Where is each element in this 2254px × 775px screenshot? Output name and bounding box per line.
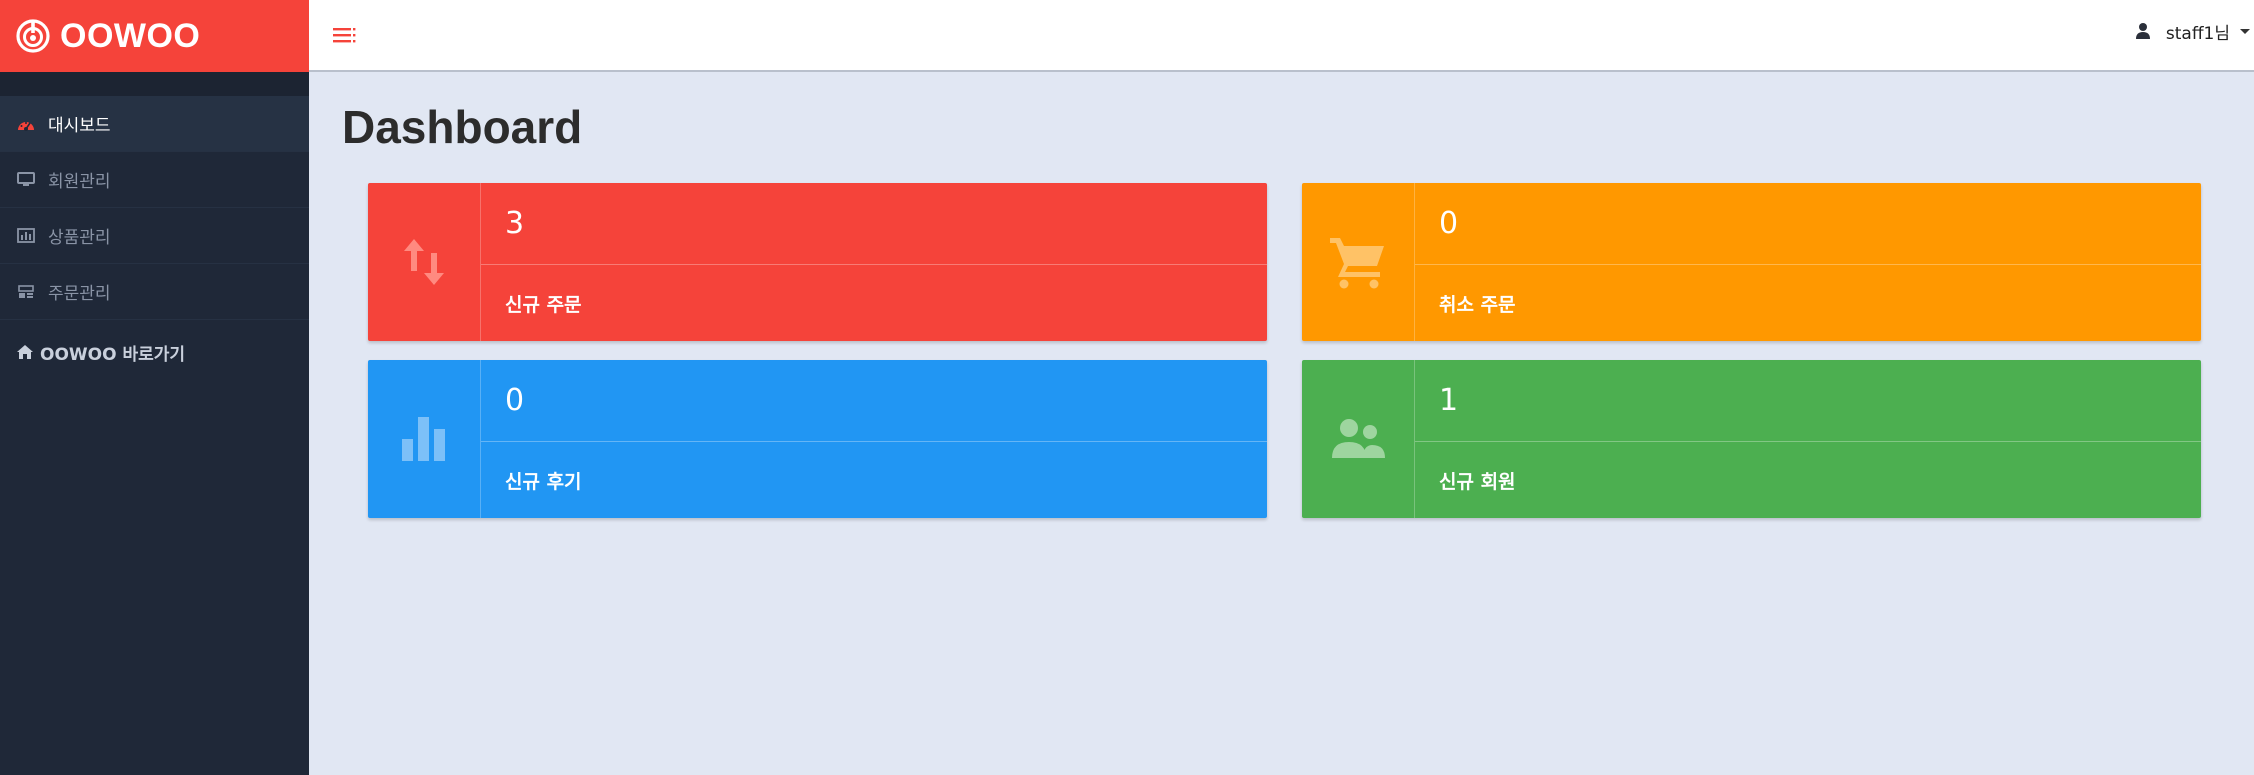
users-icon: [1302, 360, 1415, 518]
sidebar-item-orders[interactable]: 주문관리: [0, 264, 309, 320]
sidebar-item-products[interactable]: 상품관리: [0, 208, 309, 264]
stat-label: 신규 회원: [1439, 470, 1516, 493]
page-title: Dashboard: [342, 101, 583, 153]
stat-card-new-orders[interactable]: 3 신규 주문: [368, 183, 1267, 341]
hamburger-icon[interactable]: [333, 26, 357, 44]
oowoo-logo-icon: [16, 19, 50, 53]
stat-value: 1: [1415, 360, 2201, 442]
stat-value: 0: [1415, 183, 2201, 265]
sidebar-item-dashboard[interactable]: 대시보드: [0, 96, 309, 152]
sidebar-item-label: 회원관리: [48, 172, 111, 192]
brand-header[interactable]: OOWOO: [0, 0, 309, 72]
shopping-cart-icon: [1302, 183, 1415, 341]
stat-label: 취소 주문: [1439, 293, 1516, 316]
bar-chart-icon: [368, 360, 481, 518]
home-icon: [16, 342, 36, 362]
stat-label: 신규 주문: [505, 293, 582, 316]
stat-card-new-reviews[interactable]: 0 신규 후기: [368, 360, 1267, 518]
home-link-label: OOWOO 바로가기: [40, 344, 186, 365]
user-menu[interactable]: staff1님: [2134, 0, 2254, 62]
sidebar-item-label: 대시보드: [48, 116, 111, 136]
topbar: staff1님: [309, 0, 2254, 72]
sidebar-item-label: 상품관리: [48, 228, 111, 248]
monitor-icon: [16, 170, 36, 190]
brand-name: OOWOO: [60, 16, 201, 55]
sidebar-home-link[interactable]: OOWOO 바로가기: [0, 320, 309, 384]
stat-card-cancelled-orders[interactable]: 0 취소 주문: [1302, 183, 2201, 341]
bar-chart-icon: [16, 226, 36, 246]
stat-label: 신규 후기: [505, 470, 582, 493]
user-name: staff1님: [2165, 23, 2230, 44]
sidebar-item-label: 주문관리: [48, 284, 111, 304]
sidebar: OOWOO 대시보드 회원관리 상품관리 주문관리 OOWOO 바로가기: [0, 0, 309, 775]
chevron-down-icon: [2240, 28, 2250, 34]
stat-value: 3: [481, 183, 1267, 265]
stat-value: 0: [481, 360, 1267, 442]
sidebar-item-members[interactable]: 회원관리: [0, 152, 309, 208]
arrows-up-down-icon: [368, 183, 481, 341]
user-icon: [2135, 23, 2150, 39]
sidebar-spacer: [0, 72, 309, 96]
stat-card-new-members[interactable]: 1 신규 회원: [1302, 360, 2201, 518]
dashboard-gauge-icon: [16, 114, 36, 134]
list-icon: [16, 282, 36, 302]
